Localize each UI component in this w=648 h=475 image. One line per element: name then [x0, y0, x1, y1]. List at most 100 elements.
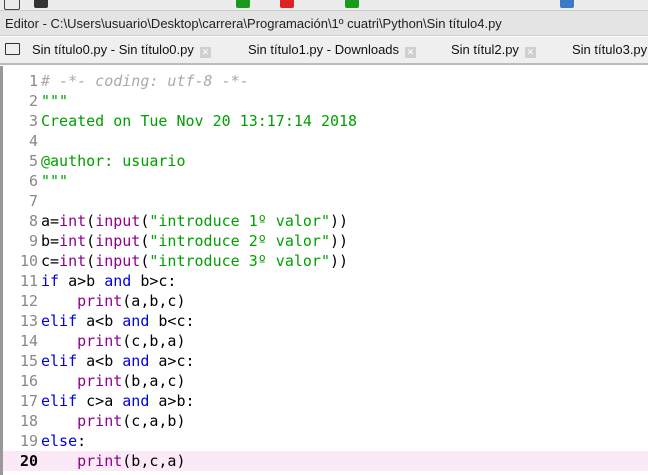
line-number: 3 — [28, 112, 38, 130]
code-text: a=int(input("introduce 1º valor")) — [41, 211, 348, 231]
code-line[interactable]: 4 — [3, 131, 648, 151]
code-line[interactable]: 3 Created on Tue Nov 20 13:17:14 2018 — [3, 111, 648, 131]
code-line[interactable]: 14 print(c,b,a) — [3, 331, 648, 351]
code-line[interactable]: 20 print(b,c,a) — [3, 451, 648, 471]
token-plain: b<c: — [149, 312, 195, 330]
token-builtin: print — [77, 412, 123, 430]
code-text: # -*- coding: utf-8 -*- — [41, 71, 249, 91]
code-line[interactable]: 11 if a>b and b>c: — [3, 271, 648, 291]
tab-label: Sin título1.py - Downloads — [248, 42, 400, 57]
code-line[interactable]: 12 print(a,b,c) — [3, 291, 648, 311]
line-number: 7 — [28, 192, 38, 210]
code-line[interactable]: 9 b=int(input("introduce 2º valor")) — [3, 231, 648, 251]
token-builtin: print — [77, 332, 123, 350]
code-line[interactable]: 5 @author: usuario — [3, 151, 648, 171]
line-number: 15 — [19, 352, 38, 370]
token-builtin: int — [59, 252, 87, 270]
token-plain: ( — [86, 252, 96, 270]
token-kw: elif — [41, 392, 78, 410]
token-kw: and — [104, 272, 132, 290]
token-builtin: input — [95, 252, 141, 270]
new-file-icon[interactable] — [4, 0, 20, 10]
code-text: print(c,b,a) — [41, 331, 186, 351]
token-plain: b= — [41, 232, 60, 250]
token-builtin: int — [59, 232, 87, 250]
token-builtin: print — [77, 452, 123, 470]
code-line[interactable]: 10 c=int(input("introduce 3º valor")) — [3, 251, 648, 271]
token-plain: a= — [41, 212, 60, 230]
token-builtin: input — [95, 212, 141, 230]
code-text: @author: usuario — [41, 151, 186, 171]
line-number: 11 — [19, 272, 38, 290]
token-builtin: print — [77, 372, 123, 390]
code-line[interactable]: 18 print(c,a,b) — [3, 411, 648, 431]
line-number: 17 — [19, 392, 38, 410]
token-plain: a<b — [77, 312, 123, 330]
token-kw: and — [122, 352, 150, 370]
editor-title: Editor - C:\Users\usuario\Desktop\carrer… — [0, 11, 648, 36]
line-number: 12 — [19, 292, 38, 310]
run-selection-icon[interactable] — [345, 0, 359, 8]
token-plain: (c,a,b) — [122, 412, 186, 430]
token-kw: and — [122, 392, 150, 410]
tab-bar: Sin título0.py - Sin título0.py ✕ Sin tít… — [0, 37, 648, 65]
folder-icon[interactable] — [5, 43, 20, 55]
code-line[interactable]: 2 """ — [3, 91, 648, 111]
token-string: @author: usuario — [41, 152, 186, 170]
code-line[interactable]: 16 print(b,a,c) — [3, 371, 648, 391]
token-plain: b>c: — [131, 272, 177, 290]
code-text: """ — [41, 171, 68, 191]
tab-label: Sin título3.py — [572, 42, 648, 57]
token-plain: ( — [86, 212, 96, 230]
token-plain: )) — [330, 232, 349, 250]
run-cell-icon[interactable] — [280, 0, 294, 8]
tab-sin-titul2[interactable]: Sin títul2.py ✕ — [451, 37, 536, 63]
stop-debug-icon[interactable] — [560, 0, 574, 8]
code-line[interactable]: 13 elif a<b and b<c: — [3, 311, 648, 331]
token-plain: (c,b,a) — [122, 332, 186, 350]
tab-sin-titulo1[interactable]: Sin título1.py - Downloads ✕ — [248, 37, 417, 63]
code-text: elif c>a and a>b: — [41, 391, 195, 411]
line-number: 8 — [28, 212, 38, 230]
code-line[interactable]: 17 elif c>a and a>b: — [3, 391, 648, 411]
token-plain: a>b — [59, 272, 105, 290]
close-icon[interactable]: ✕ — [524, 47, 536, 58]
token-plain: )) — [330, 252, 349, 270]
token-kw: if — [41, 272, 60, 290]
open-file-icon[interactable] — [34, 0, 48, 8]
tab-sin-titulo3[interactable]: Sin título3.py — [572, 37, 647, 63]
run-icon[interactable] — [236, 0, 250, 8]
token-kw: elif — [41, 352, 78, 370]
token-builtin: int — [59, 212, 87, 230]
code-editor[interactable]: 1 # -*- coding: utf-8 -*- 2 """ 3 Created on … — [0, 66, 648, 475]
token-plain: (b,a,c) — [122, 372, 186, 390]
code-line[interactable]: 19 else: — [3, 431, 648, 451]
line-number: 2 — [28, 92, 38, 110]
tab-label: Sin títul2.py — [451, 42, 519, 57]
code-text: b=int(input("introduce 2º valor")) — [41, 231, 348, 251]
token-plain: (b,c,a) — [122, 452, 186, 470]
code-line[interactable]: 8 a=int(input("introduce 1º valor")) — [3, 211, 648, 231]
code-line[interactable]: 1 # -*- coding: utf-8 -*- — [3, 71, 648, 91]
token-string: "introduce 3º valor" — [149, 252, 330, 270]
line-number: 20 — [19, 452, 38, 470]
token-string: Created on Tue Nov 20 13:17:14 2018 — [41, 112, 358, 130]
line-number: 13 — [19, 312, 38, 330]
line-number: 1 — [28, 72, 38, 90]
line-number: 5 — [28, 152, 38, 170]
token-string: """ — [41, 172, 69, 190]
token-kw: elif — [41, 312, 78, 330]
close-icon[interactable]: ✕ — [405, 47, 417, 58]
token-string: "introduce 1º valor" — [149, 212, 330, 230]
token-plain: )) — [330, 212, 349, 230]
code-line[interactable]: 15 elif a<b and a>c: — [3, 351, 648, 371]
tab-sin-titulo0[interactable]: Sin título0.py - Sin título0.py ✕ — [32, 37, 211, 63]
code-line[interactable]: 6 """ — [3, 171, 648, 191]
close-icon[interactable]: ✕ — [199, 47, 211, 58]
line-number: 19 — [19, 432, 38, 450]
code-text: """ — [41, 91, 68, 111]
code-line[interactable]: 7 — [3, 191, 648, 211]
code-text: if a>b and b>c: — [41, 271, 176, 291]
